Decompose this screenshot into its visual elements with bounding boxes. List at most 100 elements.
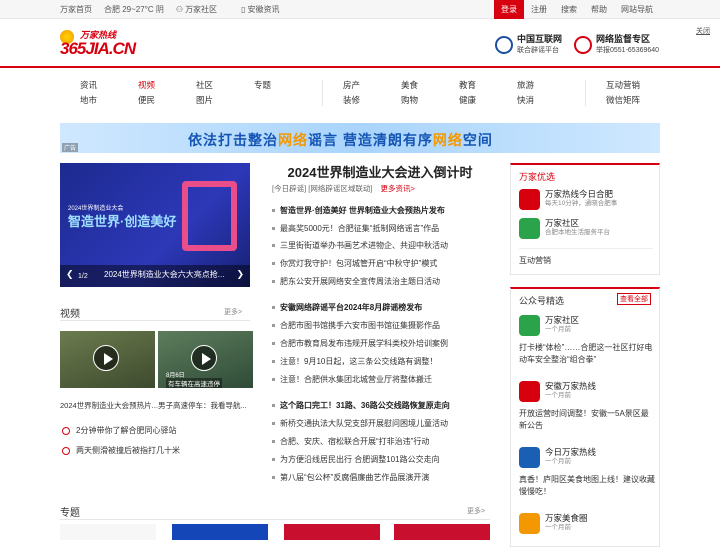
bullet-icon: [62, 426, 70, 435]
topic-thumb[interactable]: [60, 524, 156, 540]
video-more-link[interactable]: 更多>: [224, 307, 242, 317]
account-article[interactable]: 打卡楼“体检”……合肥这一社区打好电动车安全整治“组合拳”: [519, 342, 655, 366]
play-icon: [93, 345, 119, 371]
nav-col-topics: 专题: [254, 78, 271, 93]
account-item[interactable]: 安徽万家热线 一个月前: [519, 381, 596, 402]
bullet-icon: [272, 209, 275, 213]
news-item[interactable]: 为方便沿线居民出行 合肥调整101路公交走向: [272, 454, 440, 465]
news-item[interactable]: 最高奖5000元！合肥征集“抵制网络谣言”作品: [272, 223, 439, 234]
anhui-news-link[interactable]: ▯ 安徽资讯: [241, 4, 291, 15]
slide-caption[interactable]: 2024世界制造业大会六大亮点抢...: [104, 269, 224, 280]
nav-item-travel[interactable]: 旅游: [517, 78, 534, 93]
news-item[interactable]: 这个路口完工！31路、36路公交线路恢复原走向: [272, 400, 450, 411]
news-item[interactable]: 安徽网络辟谣平台2024年8月辟谣榜发布: [272, 302, 422, 313]
video-caption[interactable]: 男子高速停车：我看导航...: [158, 400, 247, 411]
nav-col-marketing: 互动营销 微信矩阵: [606, 78, 640, 108]
account-item[interactable]: 万家社区 一个月前: [519, 315, 579, 336]
nav-col-news: 资讯 地市: [80, 78, 97, 108]
nav-item-video[interactable]: 视频: [138, 78, 155, 93]
nav-item-food[interactable]: 美食: [401, 78, 418, 93]
youxuan-item[interactable]: 万家热线今日合肥 每天10分钟，通晓合肥事: [519, 189, 617, 210]
news-item[interactable]: 新桥交通执法大队党支部开展慰问困境儿童活动: [272, 418, 448, 429]
topics-more-link[interactable]: 更多>: [467, 506, 485, 516]
account-article[interactable]: 开放运营时间调整！安徽一5A景区最新公告: [519, 408, 655, 432]
regional-rumor-link[interactable]: [网络辟谣区域联动]: [308, 184, 372, 193]
topic-thumb[interactable]: [394, 524, 490, 540]
nav-item-health[interactable]: 健康: [459, 93, 476, 108]
community-link[interactable]: ⚇ 万家社区: [176, 4, 229, 15]
nav-item-community[interactable]: 社区: [196, 78, 213, 93]
app-icon: [519, 189, 540, 210]
nav-item-pictures[interactable]: 图片: [196, 93, 213, 108]
nav-item-news[interactable]: 资讯: [80, 78, 97, 93]
bullet-icon: [272, 422, 275, 426]
bullet-icon: [272, 360, 275, 364]
close-link[interactable]: 关闭: [696, 26, 710, 36]
topics-section-title[interactable]: 专题: [60, 504, 80, 519]
nav-item-cities[interactable]: 地市: [80, 93, 97, 108]
featured-slideshow[interactable]: 2024世界制造业大会 智造世界·创造美好 ❮ 1/2 2024世界制造业大会六…: [60, 163, 250, 287]
register-link[interactable]: 注册: [524, 0, 554, 19]
more-news-link[interactable]: 更多资讯>: [381, 184, 415, 193]
nav-divider: [585, 80, 586, 106]
search-link[interactable]: 搜索: [554, 0, 584, 19]
video-thumb[interactable]: [60, 331, 155, 388]
nav-item-decor[interactable]: 装修: [343, 93, 360, 108]
account-article[interactable]: 真香！庐阳区美食地图上线！建议收藏慢慢吃！: [519, 474, 655, 498]
nav-col-house: 房产 装修: [343, 78, 360, 108]
bullet-icon: [272, 440, 275, 444]
news-item[interactable]: 合肥、安庆、宿松联合开展“打非治违”行动: [272, 436, 429, 447]
nav-item-marketing[interactable]: 互动营销: [606, 78, 640, 93]
account-avatar: [519, 513, 540, 534]
anti-rumor-banner[interactable]: 依法打击整治网络谣言 营造清朗有序网络空间 广告: [60, 123, 660, 153]
account-avatar: [519, 381, 540, 402]
help-link[interactable]: 帮助: [584, 0, 614, 19]
news-item[interactable]: 智造世界·创造美好 世界制造业大会预热片发布: [272, 205, 445, 216]
news-item[interactable]: 肥东公安开展网络安全宣传周法治主题日活动: [272, 276, 440, 287]
home-link[interactable]: 万家首页: [60, 4, 92, 15]
nav-item-service[interactable]: 便民: [138, 93, 155, 108]
list-item[interactable]: 2分钟带你了解合肥同心驿站: [62, 425, 176, 436]
prev-arrow-icon[interactable]: ❮: [66, 269, 74, 280]
interactive-marketing-link[interactable]: 互动营销: [519, 255, 551, 266]
news-item[interactable]: 合肥市教育局发布违规开展学科类校外培训案例: [272, 338, 448, 349]
video-section-title[interactable]: 视频: [60, 305, 80, 320]
slide-title: 智造世界·创造美好: [68, 214, 177, 229]
account-item[interactable]: 今日万家热线 一个月前: [519, 447, 596, 468]
nav-item-topics[interactable]: 专题: [254, 78, 271, 93]
news-item[interactable]: 注意！合肥供水集团北城营业厅将整体搬迁: [272, 374, 432, 385]
news-item[interactable]: 注意！9月10日起，这三条公交线路有调整！: [272, 356, 437, 367]
view-all-button[interactable]: 查看全部: [617, 293, 651, 305]
news-item[interactable]: 三里街街道举办书画艺术进物企、共迎中秋活动: [272, 240, 448, 251]
list-item[interactable]: 两天侧滑被撞后被指打几十米: [62, 445, 180, 456]
site-nav-link[interactable]: 网站导航: [614, 0, 660, 19]
bullet-icon: [272, 324, 275, 328]
account-avatar: [519, 447, 540, 468]
topic-thumb[interactable]: [284, 524, 380, 540]
top-headline[interactable]: 2024世界制造业大会进入倒计时: [270, 162, 490, 181]
youxuan-item[interactable]: 万家社区 合肥本地生活服务平台: [519, 218, 610, 239]
nav-item-shopping[interactable]: 购物: [401, 93, 418, 108]
next-arrow-icon[interactable]: ❯: [236, 269, 244, 280]
video-caption[interactable]: 2024世界制造业大会预热片...: [60, 400, 158, 411]
section-divider: [60, 519, 490, 520]
supervision-icon: [574, 35, 592, 54]
nav-item-education[interactable]: 教育: [459, 78, 476, 93]
nav-item-wechat-matrix[interactable]: 微信矩阵: [606, 93, 640, 108]
account-item[interactable]: 万家美食圈 一个月前: [519, 513, 588, 534]
today-rumor-link[interactable]: [今日辟谣]: [272, 184, 306, 193]
video-thumb[interactable]: 8月6日 有车辆在高速违停: [158, 331, 253, 388]
nav-item-house[interactable]: 房产: [343, 78, 360, 93]
topic-thumb[interactable]: [172, 524, 268, 540]
news-item[interactable]: 合肥市图书馆携手六安市图书馆征集摄影作品: [272, 320, 440, 331]
site-logo[interactable]: 万家热线 365JIA.CN: [60, 28, 142, 60]
rumor-platform-link[interactable]: 中国互联网 联合辟谣平台: [495, 34, 562, 55]
slide-graphic: [182, 181, 237, 251]
news-item[interactable]: 你赏灯我守护！包河城管开启“中秋守护”模式: [272, 258, 437, 269]
ad-tag: 广告: [62, 143, 79, 152]
nav-item-fmcg[interactable]: 快消: [517, 93, 534, 108]
supervision-link[interactable]: 网络监督专区 举报0551-65369640: [574, 34, 659, 55]
phone-icon: ▯: [241, 5, 246, 14]
news-item[interactable]: 第八届“包公杯”反腐倡廉曲艺作品展演开演: [272, 472, 429, 483]
login-button[interactable]: 登录: [494, 0, 524, 19]
